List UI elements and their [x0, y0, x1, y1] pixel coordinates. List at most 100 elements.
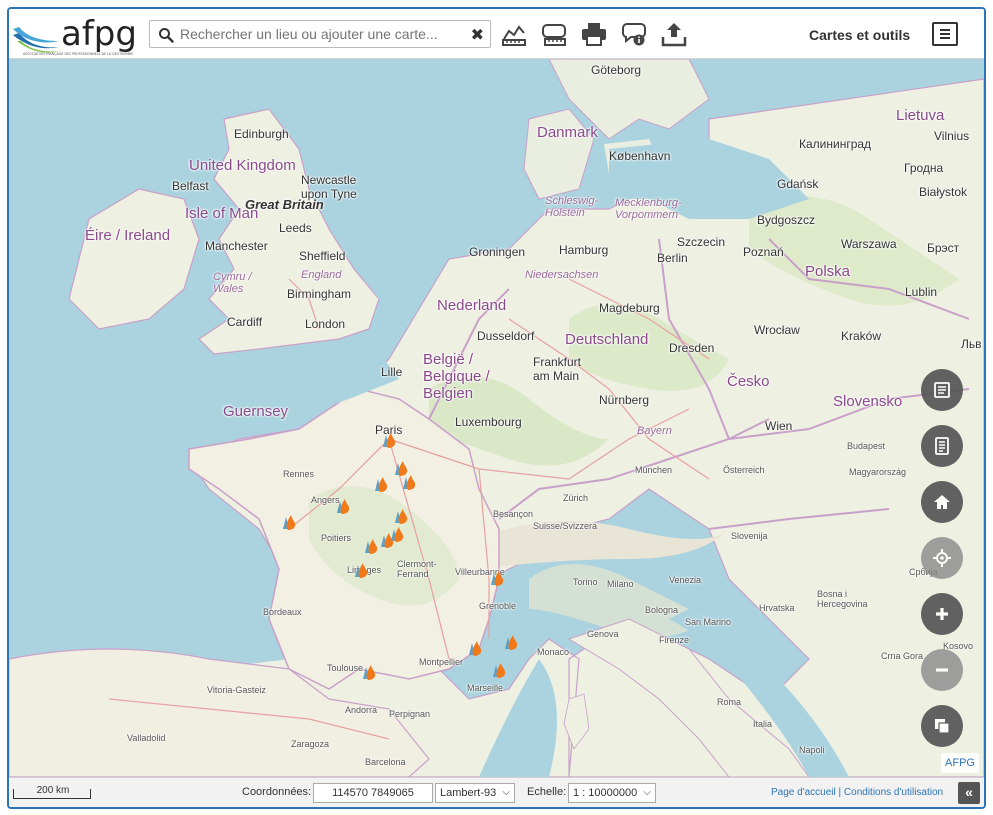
- layers-measure-icon[interactable]: [539, 19, 569, 49]
- projection-select[interactable]: Lambert-93 ⌵: [435, 783, 515, 803]
- geothermal-site-marker[interactable]: [399, 471, 419, 491]
- link-separator: |: [838, 787, 842, 798]
- scale-bar-label: 200 km: [36, 785, 70, 796]
- map-label-zurich: Zürich: [563, 493, 589, 503]
- map-label-marseille: Marseille: [467, 683, 504, 693]
- map-label-schleswig: Schleswig-Holstein: [545, 195, 599, 219]
- map-label-bosna: Bosna i Hercegovina: [817, 589, 868, 609]
- map-label-grodna: Гродна: [904, 161, 944, 175]
- map-label-clermont: Clermont-Ferrand: [397, 559, 437, 579]
- geothermal-site-marker[interactable]: [465, 637, 485, 657]
- scale-value: 1 : 10000000: [573, 787, 638, 799]
- map-label-deutschland: Deutschland: [565, 331, 649, 348]
- clear-search-icon[interactable]: ✖: [471, 25, 484, 45]
- map-label-luxembourg: Luxembourg: [455, 415, 522, 429]
- map-label-kobenhavn: København: [609, 149, 671, 163]
- catalog-button[interactable]: [921, 425, 963, 467]
- geothermal-site-marker[interactable]: [359, 661, 379, 681]
- zoom-in-button[interactable]: [921, 593, 963, 635]
- search-input[interactable]: [180, 24, 460, 44]
- map-label-san-marino: San Marino: [685, 617, 732, 627]
- map-label-goteborg: Göteborg: [591, 63, 642, 77]
- geothermal-site-marker[interactable]: [333, 495, 353, 515]
- map-label-slovenija: Slovenija: [731, 531, 768, 541]
- map-label-lietuva: Lietuva: [896, 107, 945, 124]
- scale-label: Echelle:: [527, 786, 567, 798]
- map-label-bydgoszcz: Bydgoszcz: [757, 213, 816, 227]
- map-label-osterreich: Österreich: [723, 465, 765, 475]
- map-label-vilnius: Vilnius: [934, 129, 970, 143]
- map-label-lille: Lille: [381, 365, 403, 379]
- zoom-in-icon: [936, 608, 948, 620]
- geolocate-icon: [933, 549, 951, 567]
- zoom-out-icon: [936, 668, 948, 672]
- map-label-besancon: Besançon: [493, 509, 534, 519]
- geothermal-site-marker[interactable]: [351, 559, 371, 579]
- footer-links: Page d'accueil | Conditions d'utilisatio…: [771, 787, 943, 798]
- map-label-rennes: Rennes: [283, 469, 315, 479]
- map-label-dresden: Dresden: [669, 341, 715, 355]
- map-label-krakow: Kraków: [841, 329, 882, 343]
- afpg-logo[interactable]: afpg ASSOCIATION FRANÇAISE DES PROFESSIO…: [11, 11, 141, 57]
- map-label-grenoble: Grenoble: [479, 601, 517, 611]
- map-label-leeds: Leeds: [279, 221, 312, 235]
- geothermal-site-marker[interactable]: [371, 473, 391, 493]
- map-label-cardiff: Cardiff: [227, 315, 263, 329]
- chevron-down-icon: ⌵: [502, 787, 510, 798]
- map-label-guernsey: Guernsey: [223, 403, 289, 420]
- legend-button[interactable]: [921, 369, 963, 411]
- status-footer: 200 km Coordonnées: 114570 7849065 Lambe…: [9, 777, 984, 807]
- map-label-montpellier: Montpellier: [419, 657, 464, 667]
- geothermal-site-marker[interactable]: [501, 631, 521, 651]
- logo-subtitle: ASSOCIATION FRANÇAISE DES PROFESSIONNELS…: [23, 51, 133, 56]
- geothermal-site-marker[interactable]: [279, 511, 299, 531]
- zoom-out-button[interactable]: [921, 649, 963, 691]
- map-label-monaco: Monaco: [537, 647, 570, 657]
- map-label-groningen: Groningen: [469, 245, 526, 259]
- geothermal-site-marker[interactable]: [489, 659, 509, 679]
- map-label-italia: Italia: [753, 719, 773, 729]
- geothermal-site-marker[interactable]: [361, 535, 381, 555]
- map-label-sheffield: Sheffield: [299, 249, 346, 263]
- map-label-napoli: Napoli: [799, 745, 825, 755]
- map-label-magyarorszag: Magyarország: [849, 467, 907, 477]
- menu-hamburger-icon[interactable]: [932, 22, 958, 46]
- terms-link[interactable]: Conditions d'utilisation: [844, 787, 943, 798]
- search-icon[interactable]: [158, 27, 174, 43]
- info-bubble-icon[interactable]: [619, 19, 649, 49]
- map-label-bordeaux: Bordeaux: [263, 607, 302, 617]
- menu-title[interactable]: Cartes et outils: [809, 27, 910, 43]
- map-label-wroclaw: Wrocław: [754, 323, 800, 337]
- profile-chart-icon[interactable]: [499, 19, 529, 49]
- collapse-footer-button[interactable]: «: [958, 782, 980, 804]
- overview-button[interactable]: [921, 705, 963, 747]
- home-page-link[interactable]: Page d'accueil: [771, 787, 836, 798]
- map-label-perpignan: Perpignan: [389, 709, 431, 719]
- map-label-zaragoza: Zaragoza: [291, 739, 330, 749]
- geothermal-site-marker[interactable]: [487, 567, 507, 587]
- upload-icon[interactable]: [659, 19, 689, 49]
- home-button[interactable]: [921, 481, 963, 523]
- map-label-vitoria: Vitoria-Gasteiz: [207, 685, 266, 695]
- map-label-nederland: Nederland: [437, 297, 507, 314]
- scale-bar: 200 km: [13, 785, 91, 799]
- geothermal-site-marker[interactable]: [379, 429, 399, 449]
- print-icon[interactable]: [579, 19, 609, 49]
- map-label-kaliningrad: Калининград: [799, 137, 872, 151]
- map-label-belgie: België / Belgique / Belgien: [423, 351, 490, 402]
- scale-select[interactable]: 1 : 10000000 ⌵: [568, 783, 656, 803]
- geolocate-button[interactable]: [921, 537, 963, 579]
- map-label-polska: Polska: [805, 263, 851, 280]
- map-label-niedersachsen: Niedersachsen: [525, 269, 599, 281]
- map-label-mecklenburg: Mecklenburg-Vorpommern: [615, 197, 682, 221]
- geothermal-site-marker[interactable]: [391, 505, 411, 525]
- map-label-cymru: Cymru / Wales: [213, 271, 252, 295]
- map-label-warszawa: Warszawa: [841, 237, 897, 251]
- map-label-bologna: Bologna: [645, 605, 679, 615]
- map-canvas[interactable]: Göteborg Danmark København Lietuva Vilni…: [9, 59, 984, 777]
- attribution-badge[interactable]: AFPG: [941, 753, 979, 773]
- map-label-roma: Roma: [717, 697, 742, 707]
- map-label-szczecin: Szczecin: [677, 235, 726, 249]
- map-label-dusseldorf: Dusseldorf: [477, 329, 535, 343]
- map-label-munchen: München: [635, 465, 673, 475]
